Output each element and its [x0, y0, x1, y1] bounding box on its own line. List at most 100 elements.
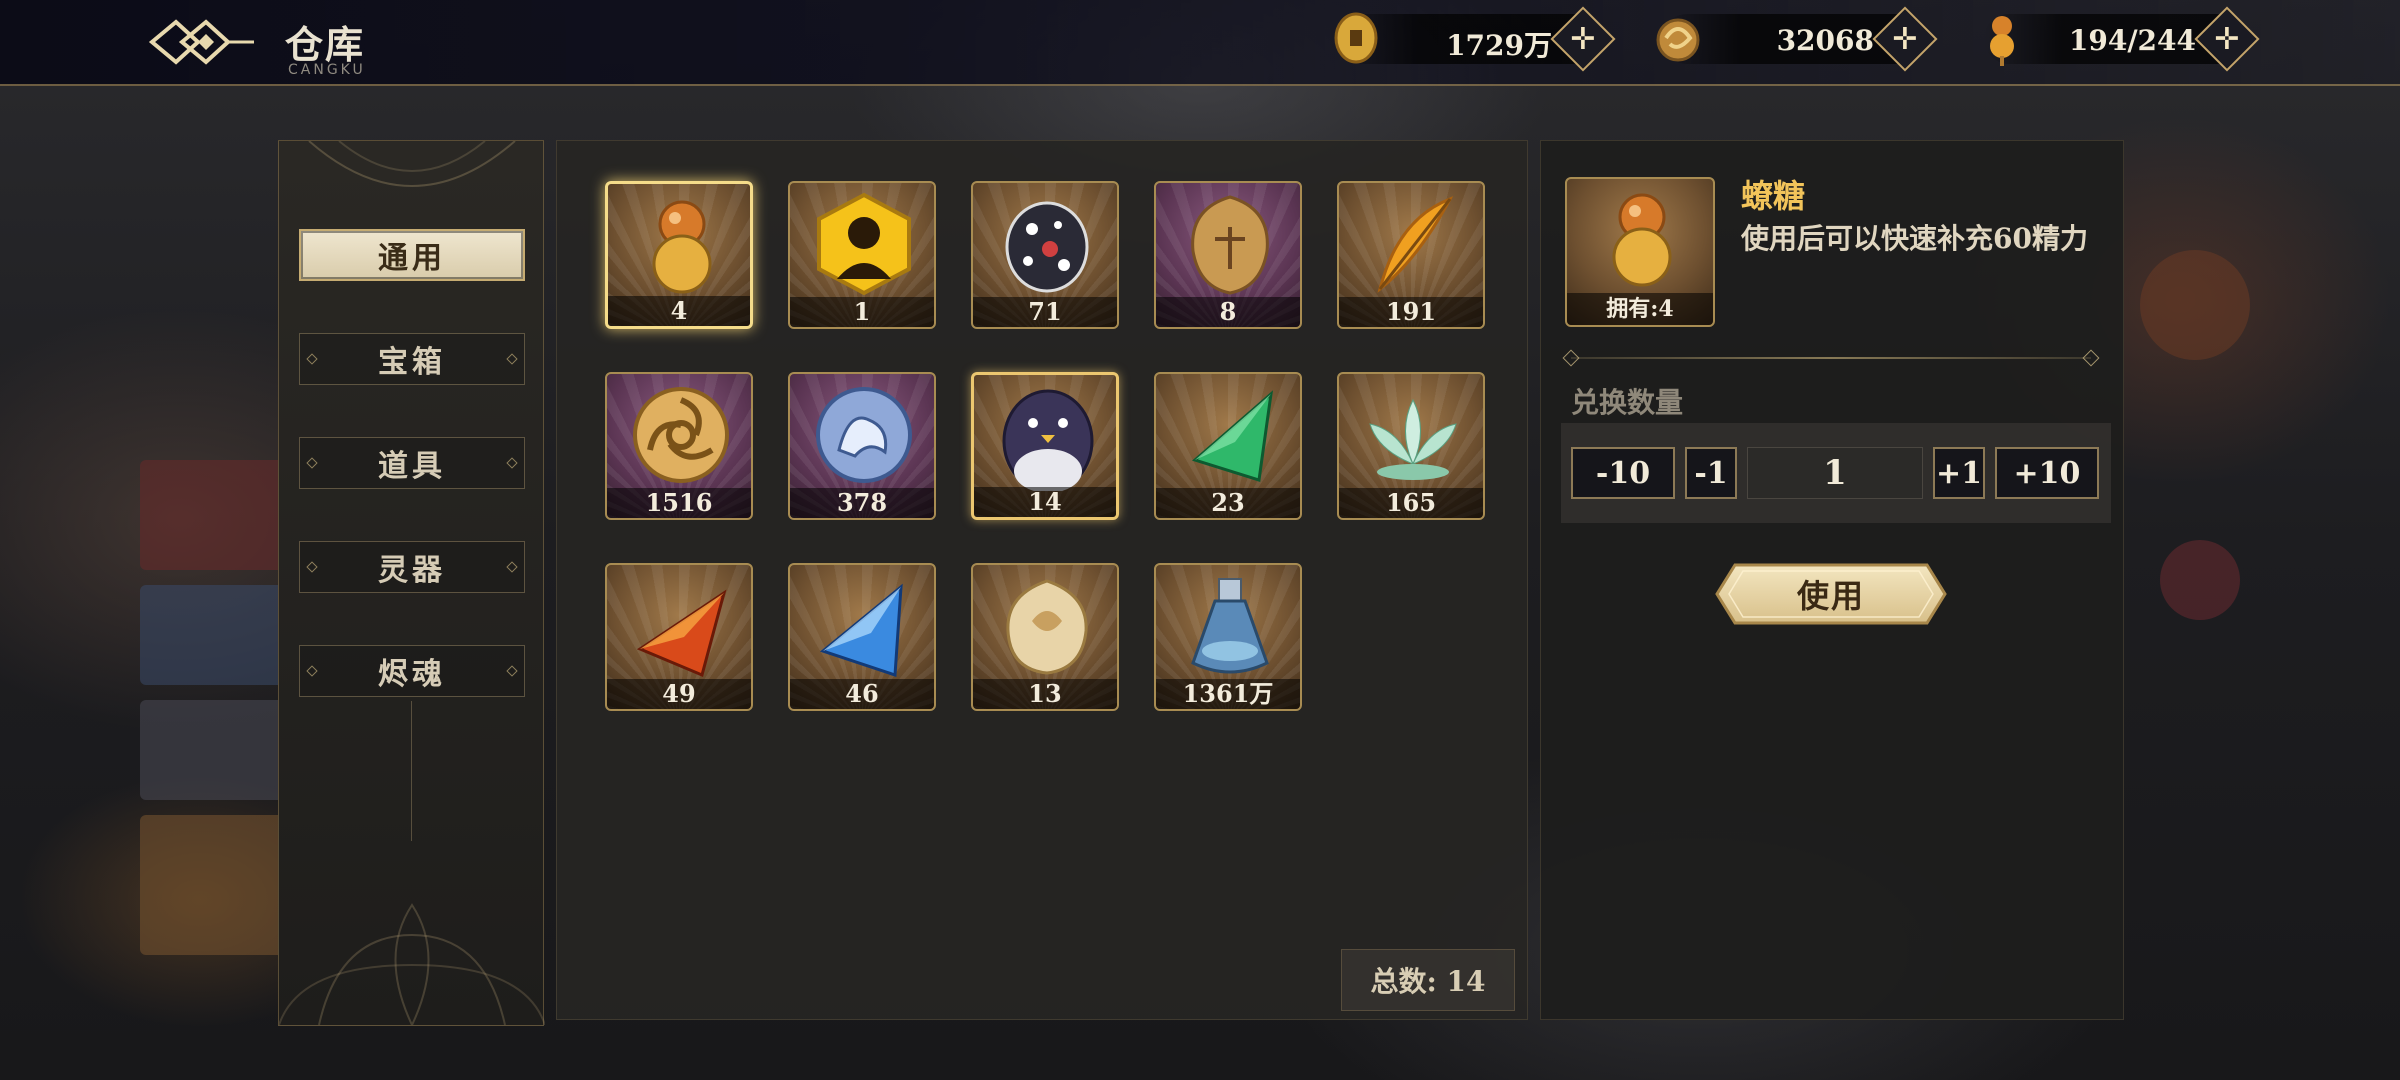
inventory-slot[interactable]: 1361万: [1154, 563, 1302, 711]
penguin-egg-icon: [1002, 389, 1094, 491]
backdrop-card: [2140, 250, 2250, 360]
inventory-slot[interactable]: 1: [788, 181, 936, 329]
exchange-quantity-label: 兑换数量: [1571, 386, 1684, 419]
lotus-ornament-top: [308, 141, 516, 187]
inventory-slot[interactable]: 46: [788, 563, 936, 711]
category-tab-ember-soul[interactable]: 烬魂: [299, 645, 525, 697]
backdrop-card: [140, 585, 290, 685]
jade-lotus-icon: [1369, 398, 1457, 480]
diamond-ornament-icon: [306, 561, 318, 573]
resource-dragon-token: 32068 ✛: [1656, 6, 1938, 72]
spotted-mask-icon: [1005, 201, 1089, 293]
inventory-slot[interactable]: 191: [1337, 181, 1485, 329]
category-label: 烬魂: [378, 657, 446, 692]
divider-line: [411, 701, 412, 841]
triskelion-coin-icon: [633, 387, 729, 483]
diamond-ornament-icon: [506, 561, 518, 573]
use-button-label: 使用: [1796, 577, 1865, 615]
diamond-ornament-icon: [506, 353, 518, 365]
silver-beast-coin-icon: [816, 387, 912, 483]
potion-bottle-icon: [1191, 578, 1269, 674]
blue-crystal-icon: [819, 583, 903, 678]
item-count: 191: [1339, 297, 1483, 327]
resource-coin: 1729万 ✛: [1334, 6, 1616, 72]
diamond-ornament-icon: [506, 457, 518, 469]
inventory-slot[interactable]: 13: [971, 563, 1119, 711]
plus-1-button[interactable]: +1: [1933, 447, 1985, 499]
backdrop-card: [140, 815, 290, 955]
inventory-slot[interactable]: 4: [605, 181, 753, 329]
inventory-slot[interactable]: 1516: [605, 372, 753, 520]
item-count: 14: [974, 487, 1116, 517]
category-tab-chest[interactable]: 宝箱: [299, 333, 525, 385]
category-tab-props[interactable]: 道具: [299, 437, 525, 489]
item-count: 4: [608, 296, 750, 326]
diamond-ornament-icon: [506, 665, 518, 677]
golden-feather-icon: [1377, 196, 1454, 293]
category-label: 通用: [378, 241, 446, 276]
candy-stamina-icon: [1990, 16, 2014, 66]
warehouse-emblem-icon: [148, 19, 254, 65]
inventory-slot[interactable]: 14: [971, 372, 1119, 520]
coin-value: 1729万: [1446, 29, 1552, 62]
item-count: 165: [1339, 488, 1483, 518]
inventory-slot[interactable]: 8: [1154, 181, 1302, 329]
minus-1-button[interactable]: -1: [1685, 447, 1737, 499]
item-count: 46: [790, 679, 934, 709]
lotus-ornament-bottom: [279, 903, 545, 1025]
quantity-field[interactable]: 1: [1747, 447, 1923, 499]
item-count: 23: [1156, 488, 1300, 518]
item-count: 49: [607, 679, 751, 709]
detail-item-slot: 拥有:4: [1565, 177, 1715, 327]
item-count: 1516: [607, 488, 751, 518]
resource-stamina: 194/244 ✛: [1984, 6, 2260, 72]
page-title: 仓库: [285, 22, 366, 67]
category-label: 灵器: [378, 553, 446, 588]
plus-10-button[interactable]: +10: [1995, 447, 2099, 499]
category-tab-spirit-artifact[interactable]: 灵器: [299, 541, 525, 593]
candy-gourd-icon: [1612, 193, 1672, 287]
gold-talisman-icon: [1191, 195, 1269, 295]
backdrop-card: [2160, 540, 2240, 620]
plus-icon: ✛: [2214, 21, 2240, 57]
divider-line: [1571, 357, 2091, 359]
item-count: 1: [790, 297, 934, 327]
item-grid-panel: 4 1 71 8 191 1516 378 14 23 165 49 46 13 1361万 总数: 14: [556, 140, 1528, 1020]
coin-icon: [1334, 12, 1378, 64]
category-label: 道具: [378, 449, 446, 484]
top-bar: 仓库 CANGKU 1729万 ✛ 32068 ✛ 194/244 ✛: [0, 0, 2400, 86]
category-label: 宝箱: [378, 345, 446, 380]
item-count: 71: [973, 297, 1117, 327]
red-crystal-icon: [636, 589, 727, 678]
stamina-value: 194/244: [2068, 24, 2196, 57]
item-description: 使用后可以快速补充60精力: [1741, 222, 2088, 255]
category-tab-general[interactable]: 通用: [299, 229, 525, 281]
candy-gourd-icon: [652, 200, 712, 294]
inventory-slot[interactable]: 165: [1337, 372, 1485, 520]
dragon-token-icon: [1656, 18, 1700, 62]
dragon-token-value: 32068: [1776, 24, 1874, 57]
diamond-ornament-icon: [306, 353, 318, 365]
page-subtitle: CANGKU: [288, 62, 366, 78]
inventory-slot[interactable]: 71: [971, 181, 1119, 329]
use-button[interactable]: 使用: [1713, 561, 1949, 627]
quantity-stepper: -10 -1 1 +1 +10: [1561, 423, 2111, 523]
inventory-slot[interactable]: 378: [788, 372, 936, 520]
minus-10-button[interactable]: -10: [1571, 447, 1675, 499]
diamond-ornament-icon: [306, 457, 318, 469]
backdrop-card: [140, 700, 290, 800]
inventory-slot[interactable]: 23: [1154, 372, 1302, 520]
green-crystal-icon: [1191, 390, 1274, 482]
item-count: 8: [1156, 297, 1300, 327]
add-dragon-token-button[interactable]: ✛: [1872, 6, 1938, 72]
plus-icon: ✛: [1570, 21, 1596, 57]
golden-portrait-icon: [817, 192, 911, 296]
inventory-slot[interactable]: 49: [605, 563, 753, 711]
crystal-orb-icon: [1006, 579, 1088, 675]
add-stamina-button[interactable]: ✛: [2194, 6, 2260, 72]
add-coin-button[interactable]: ✛: [1550, 6, 1616, 72]
item-detail-panel: 拥有:4 蟟糖 使用后可以快速补充60精力 兑换数量 -10 -1 1 +1 +…: [1540, 140, 2124, 1020]
item-name: 蟟糖: [1741, 177, 1806, 215]
plus-icon: ✛: [1892, 21, 1918, 57]
category-panel: 通用 宝箱 道具 灵器 烬魂: [278, 140, 545, 1026]
